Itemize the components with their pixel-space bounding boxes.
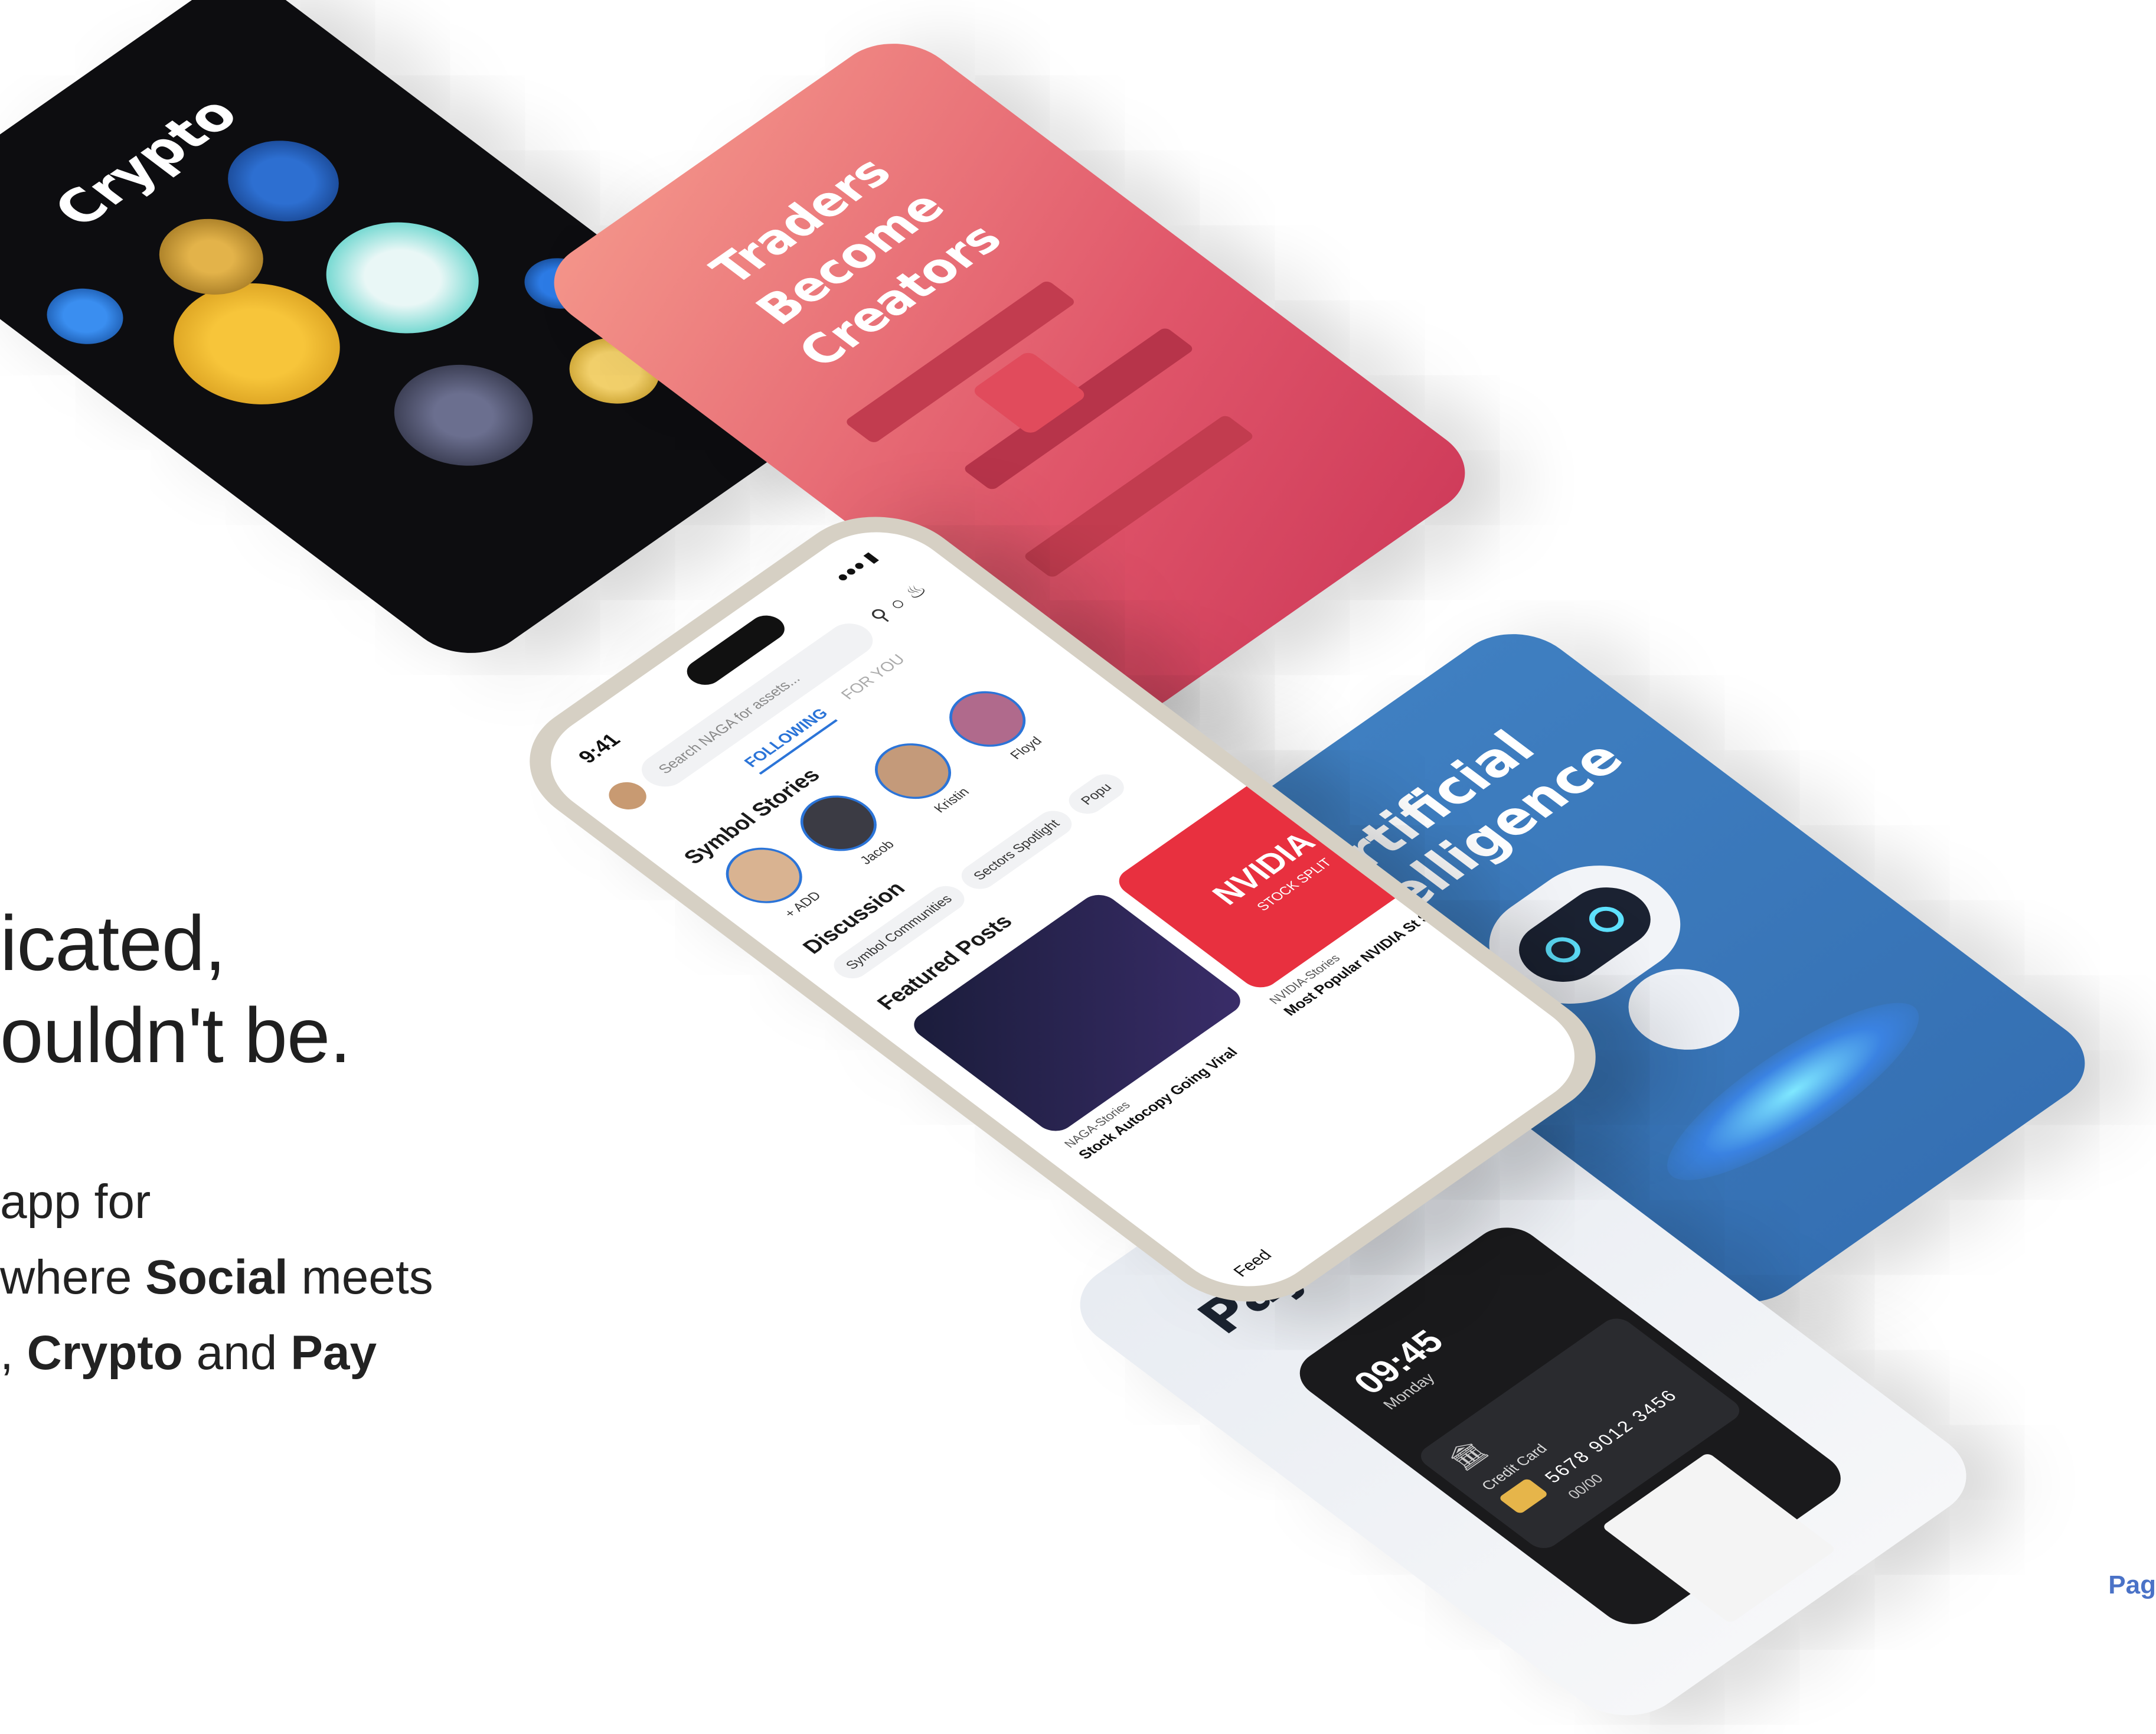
credit-card-number: 5678 9012 3456 (1540, 1386, 1683, 1487)
hero-headline-line2: ouldn't be. (0, 992, 351, 1079)
status-signal-icon: ●●● ▮ (830, 548, 882, 586)
feed-label[interactable]: Feed (1229, 1246, 1276, 1280)
page-indicator[interactable]: Pag (2108, 1570, 2156, 1600)
chip-sectors-spotlight[interactable]: Sectors Spotlight (954, 805, 1079, 894)
hero-body-pay: Pay (290, 1326, 377, 1380)
hero-body-line1: app for (0, 1175, 151, 1229)
usdc-coin-icon (205, 124, 362, 239)
hero-headline-line1: icated, (0, 900, 226, 987)
header-icons: ⚲○♨ (865, 574, 939, 628)
cardano-coin-icon (31, 277, 139, 356)
status-time: 9:41 (573, 730, 626, 768)
hero-headline: icated, ouldn't be. (0, 897, 590, 1082)
bank-icon: 🏛 (1441, 1436, 1493, 1474)
hero-section: icated, ouldn't be. app for where Social… (0, 897, 590, 1391)
hero-body-text: meets (288, 1250, 433, 1304)
hero-body-social: Social (145, 1250, 288, 1304)
hero-body-text: where (0, 1250, 146, 1304)
hero-body-crypto: Crypto (27, 1326, 183, 1380)
ethereum-coin-icon (365, 344, 562, 486)
hero-body-text: , (0, 1326, 27, 1380)
profile-avatar[interactable] (601, 776, 654, 815)
chip-popular[interactable]: Popu (1061, 769, 1131, 819)
hero-body: app for where Social meets , Crypto and … (0, 1164, 590, 1391)
hero-body-text: and (182, 1326, 291, 1380)
